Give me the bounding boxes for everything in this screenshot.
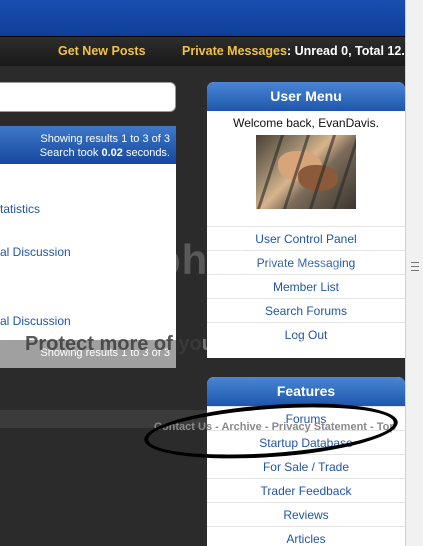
search-time: Search took 0.02 seconds. [39,147,170,159]
navbar: Get New Posts Private Messages: Unread 0… [0,36,405,66]
results-header: Showing results 1 to 3 of 3 Search took … [0,126,176,164]
result-forum-link[interactable]: al Discussion [0,245,71,259]
private-messages-status: Private Messages: Unread 0, Total 12. [182,44,405,58]
results-count: Showing results 1 to 3 of 3 [40,133,170,145]
features-box: Features Forums Startup Database For Sal… [207,377,405,546]
watermark-logo-icon [72,212,146,286]
scrollbar[interactable] [405,0,423,546]
articles-link[interactable]: Articles [207,526,405,546]
search-box[interactable] [0,82,176,112]
get-new-posts-link[interactable]: Get New Posts [58,44,146,58]
features-title: Features [207,377,405,406]
user-menu-box: User Menu Welcome back, EvanDavis. User … [207,82,405,358]
result-forum-link[interactable]: tatistics [0,202,40,216]
welcome-message: Welcome back, EvanDavis. [233,116,379,130]
result-forum-link[interactable]: al Discussion [0,314,71,328]
search-forums-link[interactable]: Search Forums [207,298,405,322]
scrollbar-grip-icon[interactable] [411,262,419,271]
trader-feedback-link[interactable]: Trader Feedback [207,478,405,502]
avatar [256,135,356,209]
user-menu-title: User Menu [207,82,405,111]
private-messages-link[interactable]: Private Messages [182,44,287,58]
watermark-text: Protect more of your memories for less! [25,333,406,355]
pm-count: : Unread 0, Total 12. [286,44,405,58]
header-banner [0,0,405,36]
reviews-link[interactable]: Reviews [207,502,405,526]
watermark-logo: photobucket [155,236,418,283]
